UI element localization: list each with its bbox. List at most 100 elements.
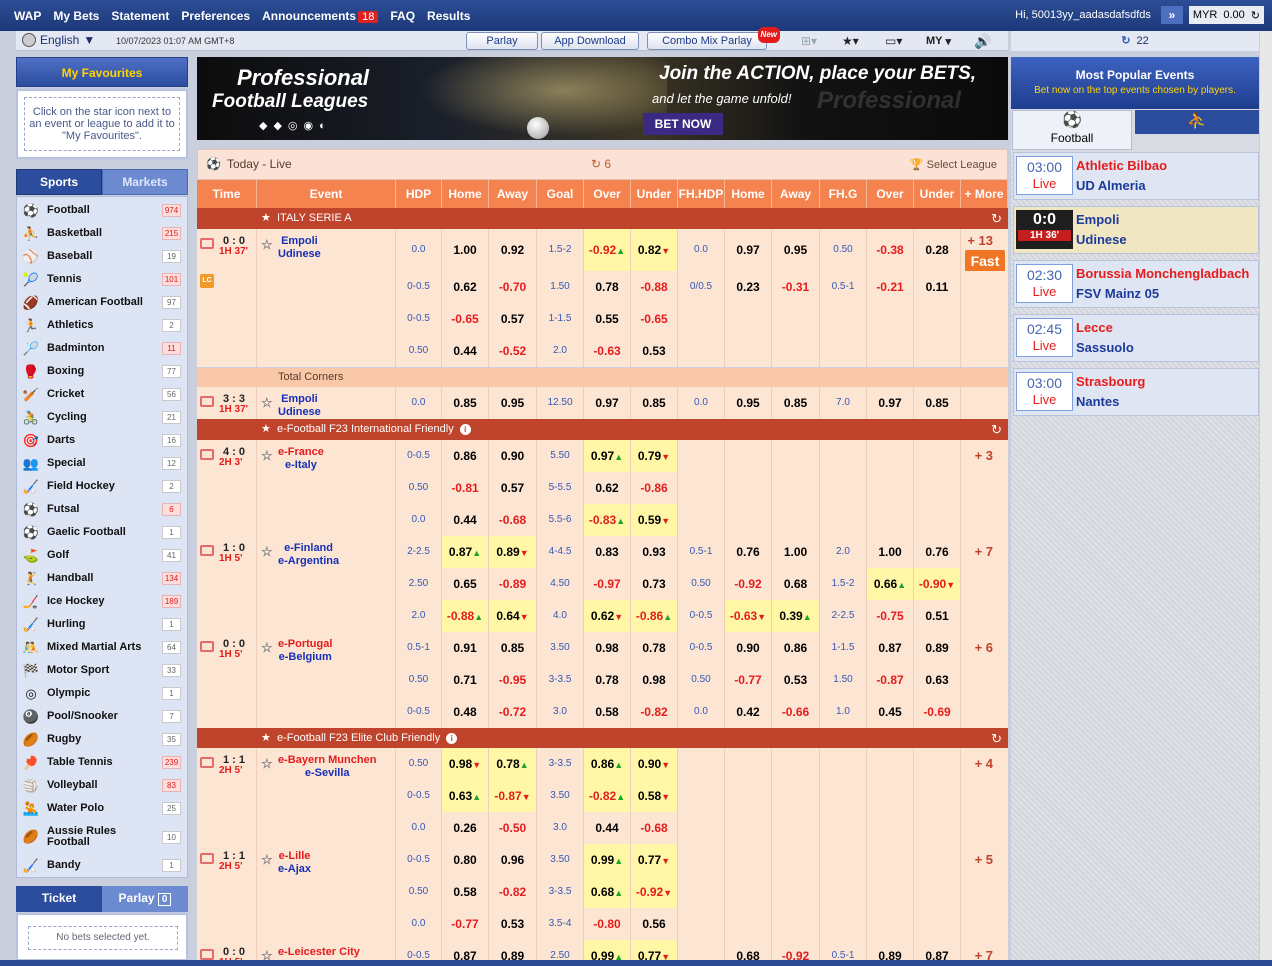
odds-cell[interactable]: 0.87▲ (442, 536, 489, 568)
odds-cell[interactable] (867, 504, 914, 536)
popular-event[interactable]: 03:00 Live Athletic Bilbao UD Almeria (1013, 152, 1259, 200)
odds-cell[interactable]: 0.78 (584, 271, 631, 303)
sidebar-item-bandy[interactable]: 🏑 Bandy 1 (17, 854, 187, 877)
odds-cell[interactable]: 0.73 (631, 568, 678, 600)
nav-statement[interactable]: Statement (111, 9, 169, 23)
more-markets-link[interactable]: + 6 (975, 632, 993, 664)
favourite-star-icon[interactable]: ☆ (261, 853, 273, 866)
odds-cell[interactable]: 0.90 (725, 632, 772, 664)
odds-cell[interactable]: 0.66▲ (867, 568, 914, 600)
tab-markets[interactable]: Markets (102, 169, 188, 195)
odds-cell[interactable] (725, 335, 772, 367)
odds-cell[interactable] (725, 440, 772, 472)
odds-cell[interactable]: -0.82▲ (584, 780, 631, 812)
match-teams[interactable]: e-Bayern Munchen e-Sevilla (278, 754, 376, 780)
odds-cell[interactable] (914, 780, 961, 812)
odds-cell[interactable]: -0.92 (725, 568, 772, 600)
odds-cell[interactable]: -0.72 (489, 696, 537, 728)
sidebar-item-darts[interactable]: 🎯 Darts 16 (17, 429, 187, 452)
odds-cell[interactable]: 0.86▲ (584, 748, 631, 780)
odds-cell[interactable]: 0.85 (631, 387, 678, 419)
match-teams[interactable]: e-Portugal e-Belgium (278, 638, 332, 664)
odds-cell[interactable]: 0.95 (772, 229, 820, 271)
odds-cell[interactable] (725, 748, 772, 780)
odds-cell[interactable]: -0.80 (584, 908, 631, 940)
sidebar-item-cycling[interactable]: 🚴 Cycling 21 (17, 406, 187, 429)
odds-cell[interactable] (772, 440, 820, 472)
sidebar-item-cricket[interactable]: 🏏 Cricket 56 (17, 383, 187, 406)
favourite-star-icon[interactable]: ★▾ (842, 33, 859, 49)
odds-cell[interactable]: 0.53 (631, 335, 678, 367)
odds-cell[interactable]: -0.88 (631, 271, 678, 303)
app-download-button[interactable]: App Download (541, 32, 639, 50)
refresh-count[interactable]: ↻ 6 (591, 157, 611, 171)
sound-icon[interactable]: 🔊 (974, 33, 991, 49)
odds-cell[interactable]: 0.44 (584, 812, 631, 844)
popular-event[interactable]: 02:30 Live Borussia Monchengladbach FSV Mai… (1013, 260, 1259, 308)
sidebar-item-volleyball[interactable]: 🏐 Volleyball 83 (17, 774, 187, 797)
odds-cell[interactable]: 0.82▼ (631, 229, 678, 271)
odds-cell[interactable]: 0.78 (631, 632, 678, 664)
odds-cell[interactable]: 0.89 (914, 632, 961, 664)
odds-cell[interactable]: -0.87▼ (489, 780, 537, 812)
league-header[interactable]: ★ e-Football F23 Elite Club Friendly i ↻ (197, 728, 1008, 749)
league-refresh-icon[interactable]: ↻ (991, 208, 1002, 229)
live-tv-icon[interactable] (200, 396, 214, 407)
odds-cell[interactable]: -0.69 (914, 696, 961, 728)
info-icon[interactable]: i (446, 732, 458, 744)
odds-cell[interactable]: -0.66 (772, 696, 820, 728)
sidebar-item-water-polo[interactable]: 🤽 Water Polo 25 (17, 797, 187, 820)
odds-cell[interactable] (867, 303, 914, 335)
nav-wap[interactable]: WAP (14, 9, 41, 23)
odds-cell[interactable]: 0.51 (914, 600, 961, 632)
sidebar-item-baseball[interactable]: ⚾ Baseball 19 (17, 245, 187, 268)
odds-cell[interactable]: 0.98 (584, 632, 631, 664)
tab-popular-other[interactable]: ⛹ (1135, 110, 1259, 134)
odds-cell[interactable]: -0.82 (489, 876, 537, 908)
popular-event[interactable]: 02:45 Live Lecce Sassuolo (1013, 314, 1259, 362)
more-markets-link[interactable]: + 4 (975, 748, 993, 780)
league-header[interactable]: ★ ITALY SERIE A ↻ (197, 208, 1008, 229)
odds-cell[interactable] (867, 440, 914, 472)
odds-cell[interactable]: 1.00 (442, 229, 489, 271)
odds-cell[interactable] (867, 335, 914, 367)
favourite-star-icon[interactable]: ☆ (261, 396, 273, 409)
odds-cell[interactable]: -0.87 (867, 664, 914, 696)
odds-cell[interactable] (867, 876, 914, 908)
odds-cell[interactable]: 0.63 (914, 664, 961, 696)
live-tv-icon[interactable] (200, 449, 214, 460)
odds-cell[interactable]: 0.57 (489, 472, 537, 504)
odds-cell[interactable]: 0.93 (631, 536, 678, 568)
odds-cell[interactable]: 0.78 (584, 664, 631, 696)
sidebar-item-american-football[interactable]: 🏈 American Football 97 (17, 291, 187, 314)
favourite-star-icon[interactable]: ☆ (261, 449, 273, 462)
odds-cell[interactable]: 0.63▲ (442, 780, 489, 812)
odds-cell[interactable]: -0.81 (442, 472, 489, 504)
odds-cell[interactable] (867, 812, 914, 844)
league-header[interactable]: ★ e-Football F23 International Friendly i ↻ (197, 419, 1008, 440)
odds-cell[interactable]: 0.80 (442, 844, 489, 876)
odds-cell[interactable]: -0.63 (584, 335, 631, 367)
parlay-button[interactable]: Parlay (466, 32, 538, 50)
odds-cell[interactable]: -0.77 (442, 908, 489, 940)
live-tv-icon[interactable] (200, 545, 214, 556)
odds-cell[interactable] (772, 748, 820, 780)
sidebar-item-golf[interactable]: ⛳ Golf 41 (17, 544, 187, 567)
odds-cell[interactable]: 0.98▼ (442, 748, 489, 780)
odds-cell[interactable]: -0.52 (489, 335, 537, 367)
refresh-balance-icon[interactable]: ↻ (1251, 9, 1260, 22)
live-tv-icon[interactable] (200, 949, 214, 960)
odds-cell[interactable] (725, 908, 772, 940)
sidebar-item-aussie-rules[interactable]: 🏉 Aussie Rules Football 10 (17, 820, 187, 854)
match-teams[interactable]: e-Leicester City (278, 946, 360, 959)
odds-cell[interactable]: -0.31 (772, 271, 820, 303)
tab-popular-football[interactable]: ⚽ Football (1012, 110, 1132, 150)
odds-cell[interactable] (772, 908, 820, 940)
odds-cell[interactable] (914, 303, 961, 335)
odds-cell[interactable] (725, 876, 772, 908)
odds-cell[interactable]: 0.48 (442, 696, 489, 728)
odds-cell[interactable] (725, 844, 772, 876)
select-league[interactable]: 🏆 Select League (910, 158, 997, 171)
nav-faq[interactable]: FAQ (390, 9, 415, 23)
odds-cell[interactable]: -0.63▼ (725, 600, 772, 632)
